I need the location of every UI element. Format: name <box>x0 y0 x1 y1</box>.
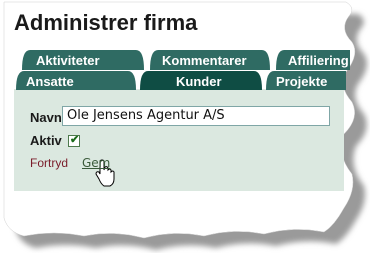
tab-kunder[interactable]: Kunder <box>176 74 222 89</box>
tab-affiliering[interactable]: Affiliering <box>288 53 349 68</box>
page-title: Administrer firma <box>14 10 198 35</box>
tab-kommentarer[interactable]: Kommentarer <box>162 53 247 68</box>
name-field[interactable]: Ole Jensens Agentur A/S <box>62 106 330 126</box>
check-icon: ✔ <box>70 134 80 146</box>
tab-ansatte[interactable]: Ansatte <box>26 74 74 89</box>
page-background <box>3 1 367 250</box>
tab-projekte[interactable]: Projekte <box>276 74 327 89</box>
name-label: Navn <box>30 110 62 125</box>
cancel-link[interactable]: Fortryd <box>30 156 68 170</box>
active-label: Aktiv <box>30 133 62 148</box>
save-link[interactable]: Gem <box>82 156 110 170</box>
active-checkbox[interactable]: ✔ <box>68 134 80 147</box>
tab-aktiviteter[interactable]: Aktiviteter <box>36 53 100 68</box>
